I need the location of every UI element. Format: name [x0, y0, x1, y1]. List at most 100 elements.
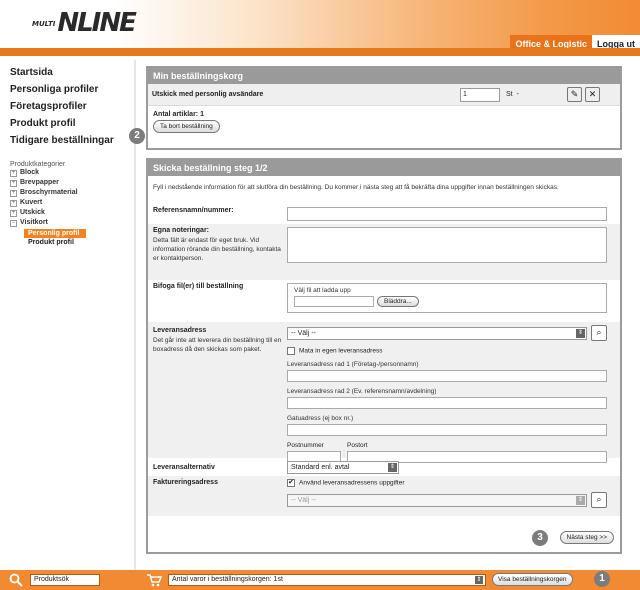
cart-summary-select[interactable]: Antal varor i beställningskorgen: 1st ⇕ — [168, 574, 486, 586]
category-label: Block — [20, 169, 40, 176]
nav-item-foretagsprofiler[interactable]: Företagsprofiler — [10, 100, 132, 113]
alt-label: Leveransalternativ — [153, 463, 215, 471]
delivery-label: Leveransadress — [153, 327, 207, 334]
delivery-select-row: -- Välj -- ⇕ ⌕ — [287, 325, 609, 341]
category-label: Broschyrmaterial — [20, 189, 78, 196]
ref-row: Referensnamn/nummer: — [148, 204, 620, 224]
category-item[interactable]: − Visitkort — [10, 218, 132, 228]
own-address-label: Mata in egen leveransadress — [299, 347, 383, 355]
nav-item-produkt-profil[interactable]: Produkt profil — [10, 117, 132, 130]
quantity-input[interactable]: 1 — [460, 87, 500, 102]
invoice-label: Faktureringsadress — [153, 479, 218, 486]
attach-controls: Bläddra... — [294, 296, 600, 307]
category-label: Brevpapper — [20, 179, 59, 186]
search-icon[interactable] — [9, 573, 23, 587]
category-label: Visitkort — [20, 219, 48, 226]
invoice-check-label: Använd leveransadressens uppgifter — [299, 479, 405, 487]
header-bar — [0, 48, 640, 56]
ref-input[interactable] — [287, 207, 607, 221]
step-panel-title: Skicka beställning steg 1/2 — [148, 160, 620, 176]
invoice-row: Faktureringsadress ✔ Använd leveransadres… — [148, 476, 620, 516]
callout-badge-1: 1 — [594, 571, 610, 587]
logo-prefix: MULTI — [32, 19, 56, 28]
postal-labels: Postnummer Postort — [287, 442, 609, 449]
own-address-checkbox[interactable] — [287, 347, 295, 355]
invoice-address-select[interactable]: -- Välj -- ⇕ — [287, 493, 587, 507]
file-path-input[interactable] — [294, 296, 374, 307]
header: MULTINLINE Office & Logistic Logga ut — [0, 0, 640, 56]
expand-icon[interactable]: + — [10, 209, 17, 217]
search-address-icon[interactable]: ⌕ — [591, 325, 607, 341]
expand-icon[interactable]: + — [10, 169, 17, 177]
browse-button[interactable]: Bläddra... — [377, 296, 419, 307]
collapse-icon[interactable]: − — [10, 219, 17, 227]
notes-label-block: Egna noteringar: Detta fält är endast fö… — [153, 227, 287, 277]
category-item[interactable]: + Block — [10, 168, 132, 178]
category-item[interactable]: + Utskick — [10, 208, 132, 218]
notes-description: Detta fält är endast för eget bruk. Vid … — [153, 237, 281, 262]
addr2-input[interactable] — [287, 397, 607, 409]
postort-label: Postort — [347, 442, 368, 449]
edit-icon[interactable]: ✎ — [567, 87, 582, 102]
remove-order-button[interactable]: Ta bort beställning — [153, 120, 220, 133]
addr1-label: Leveransadress rad 1 (Företag-/personnam… — [287, 361, 419, 368]
notes-textarea[interactable] — [287, 227, 607, 263]
category-label: Kuvert — [20, 199, 43, 206]
delivery-alternative-select[interactable]: Standard enl. avtal ⇕ — [287, 460, 399, 474]
order-step-panel: Skicka beställning steg 1/2 Fyll i nedst… — [146, 158, 622, 554]
invoice-checkbox[interactable]: ✔ — [287, 479, 295, 487]
delivery-row: Leveransadress Det går inte att leverera… — [148, 322, 620, 463]
invoice-select-value: -- Välj -- — [291, 496, 316, 504]
delivery-select-value: -- Välj -- — [291, 329, 316, 337]
show-cart-button[interactable]: Visa beställningskorgen — [492, 573, 573, 586]
subcategory-personlig-profil[interactable]: Personlig profil — [24, 229, 86, 238]
callout-badge-2: 2 — [129, 128, 145, 144]
unit-label: St - — [506, 91, 564, 98]
postnr-label: Postnummer — [287, 442, 324, 449]
delivery-label-block: Leveransadress Det går inte att leverera… — [153, 327, 287, 455]
notes-label: Egna noteringar: — [153, 227, 210, 234]
expand-icon[interactable]: + — [10, 199, 17, 207]
delivery-fields: -- Välj -- ⇕ ⌕ Mata in egen leveransadres… — [287, 325, 609, 463]
addr2-label: Leveransadress rad 2 (Ev. referensnamn/a… — [287, 388, 437, 395]
article-count: Antal artiklar: 1 — [153, 111, 204, 118]
delivery-description: Det går inte att leverera din beställnin… — [153, 337, 282, 353]
notes-row: Egna noteringar: Detta fält är endast fö… — [148, 224, 620, 280]
cart-icon[interactable] — [146, 573, 162, 587]
chevron-down-icon: ⇕ — [388, 462, 397, 472]
own-address-option[interactable]: Mata in egen leveransadress — [287, 347, 609, 355]
cart-panel-title: Min beställningskorg — [148, 68, 620, 84]
unit-dash: - — [516, 91, 519, 98]
attach-hint: Välj fil att ladda upp — [294, 287, 351, 294]
close-icon[interactable]: ✕ — [585, 87, 600, 102]
category-item[interactable]: + Kuvert — [10, 198, 132, 208]
subcategory-produkt-profil[interactable]: Produkt profil — [28, 238, 132, 248]
nav-item-personliga-profiler[interactable]: Personliga profiler — [10, 83, 132, 96]
invoice-select-row: -- Välj -- ⇕ ⌕ — [287, 492, 609, 508]
categories-title: Produktkategorier — [10, 161, 66, 168]
unit-text: St — [506, 91, 513, 98]
ref-label: Referensnamn/nummer: — [153, 207, 234, 214]
nav-item-startsida[interactable]: Startsida — [10, 66, 132, 79]
addr1-input[interactable] — [287, 370, 607, 382]
logo[interactable]: MULTINLINE — [32, 8, 137, 38]
remove-row: Ta bort beställning — [148, 120, 620, 133]
cart-item-label: Utskick med personlig avsändare — [152, 91, 264, 98]
delivery-address-select[interactable]: -- Välj -- ⇕ — [287, 326, 587, 340]
search-invoice-icon[interactable]: ⌕ — [591, 492, 607, 508]
next-step-button[interactable]: Nästa steg >> — [559, 531, 614, 544]
product-search-input[interactable]: Produktsök — [30, 574, 100, 586]
category-item[interactable]: + Brevpapper — [10, 178, 132, 188]
nav-item-tidigare-bestallningar[interactable]: Tidigare beställningar — [10, 134, 132, 147]
expand-icon[interactable]: + — [10, 189, 17, 197]
logo-text: NLINE — [57, 8, 137, 38]
callout-badge-3: 3 — [532, 530, 548, 546]
next-step-wrap: Nästa steg >> — [559, 531, 614, 544]
category-item[interactable]: + Broschyrmaterial — [10, 188, 132, 198]
chevron-down-icon: ⇕ — [475, 576, 483, 584]
expand-icon[interactable]: + — [10, 179, 17, 187]
attach-label: Bifoga fil(er) till beställning — [153, 283, 244, 290]
street-input[interactable] — [287, 424, 607, 436]
invoice-use-delivery-option[interactable]: ✔ Använd leveransadressens uppgifter — [287, 479, 609, 487]
chevron-down-icon: ⇕ — [576, 495, 585, 505]
